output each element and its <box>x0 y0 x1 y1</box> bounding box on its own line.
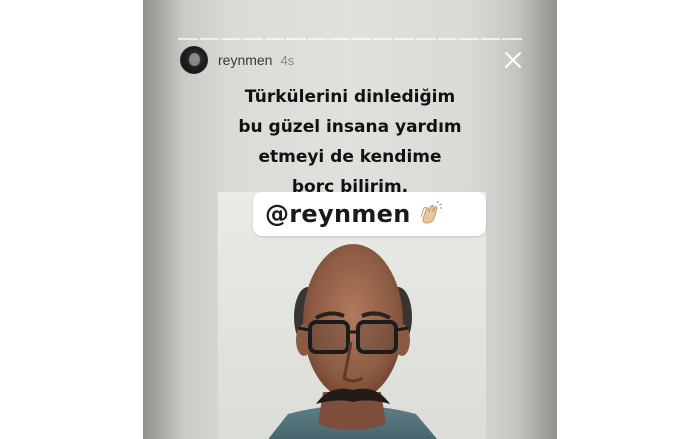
caption-line: Türkülerini dinlediğim <box>244 87 456 107</box>
story-progress-bar <box>178 38 522 40</box>
progress-segment <box>480 38 501 40</box>
story-timestamp: 4s <box>280 52 295 68</box>
story-caption: Türkülerini dinlediğim bu güzel insana y… <box>143 82 557 202</box>
instagram-story[interactable]: reynmen 4s Türkülerini dinlediğim bu güz… <box>143 0 557 439</box>
username[interactable]: reynmen <box>218 52 272 68</box>
page: reynmen 4s Türkülerini dinlediğim bu güz… <box>0 0 700 439</box>
progress-segment <box>178 38 198 40</box>
progress-segment <box>351 38 371 40</box>
progress-segment <box>286 38 306 40</box>
progress-segment <box>221 38 241 40</box>
progress-segment <box>199 38 220 40</box>
mention-text[interactable]: @reynmen <box>265 200 411 228</box>
caption-line: etmeyi de kendime <box>258 147 442 167</box>
progress-segment <box>242 38 263 40</box>
story-header: reynmen 4s <box>180 46 527 74</box>
progress-segment <box>415 38 436 40</box>
progress-segment <box>394 38 414 40</box>
progress-segment <box>372 38 393 40</box>
progress-segment <box>459 38 479 40</box>
progress-segment <box>502 38 522 40</box>
progress-segment <box>329 38 349 40</box>
close-icon[interactable] <box>503 50 523 70</box>
mention-sticker[interactable]: @reynmen <box>253 192 486 236</box>
progress-segment <box>307 38 328 40</box>
clapping-hands-icon <box>420 201 442 224</box>
profile-avatar[interactable] <box>180 46 208 74</box>
progress-segment <box>437 38 458 40</box>
progress-segment <box>264 38 285 40</box>
caption-line: bu güzel insana yardım <box>238 117 462 137</box>
